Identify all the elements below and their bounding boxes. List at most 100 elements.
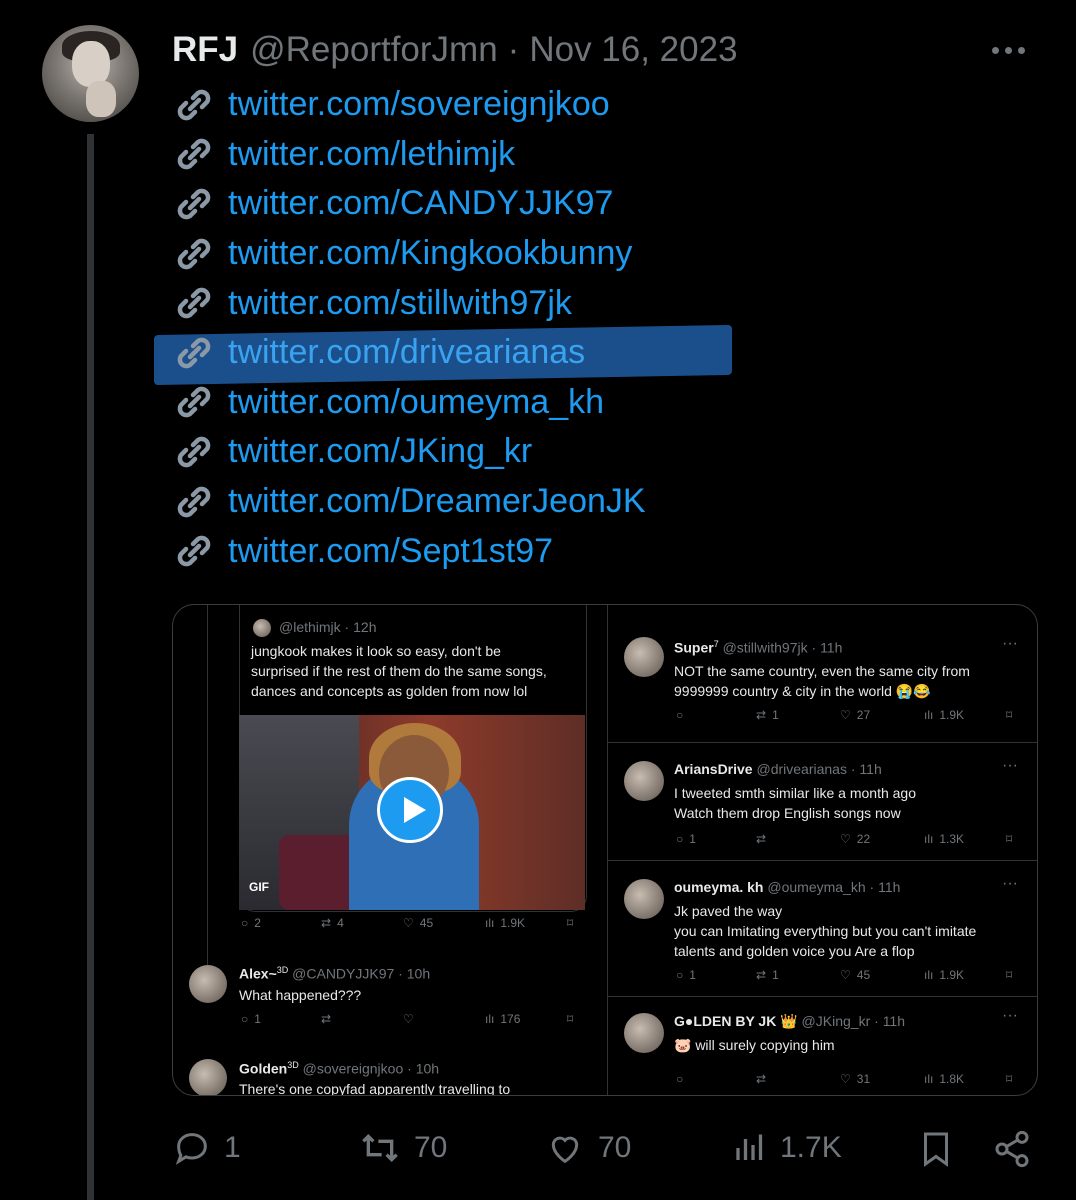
reply-card[interactable]: Super7 @stillwith97jk · 11h ··· NOT the sa… [608, 605, 1037, 743]
reply-icon[interactable]: ○ 2 [241, 916, 261, 930]
reply-avatar[interactable] [624, 637, 664, 677]
quote-meta: @lethimjk · 12h [279, 619, 377, 635]
link-item[interactable]: twitter.com/Sept1st97 [172, 526, 646, 576]
author-avatar[interactable] [42, 25, 139, 122]
retweet-icon[interactable]: ⇄ 1 [756, 968, 779, 982]
heart-icon [551, 1136, 579, 1164]
link-item[interactable]: twitter.com/sovereignjkoo [172, 80, 646, 130]
like-icon[interactable]: ♡ 45 [403, 916, 433, 930]
reply2-meta: Golden3D @sovereignjkoo · 10h [239, 1060, 440, 1077]
link-text[interactable]: twitter.com/stillwith97jk [228, 284, 572, 323]
link-item[interactable]: twitter.com/Kingkookbunny [172, 229, 646, 279]
reply-text: Jk paved the way you can Imitating every… [674, 903, 977, 959]
bookmark-icon[interactable]: ⌑ [1006, 968, 1012, 982]
more-options-icon[interactable]: ··· [1002, 757, 1018, 775]
views-icon[interactable]: ılı 1.8K [924, 1072, 964, 1086]
views-icon[interactable]: ılı 1.9K [924, 708, 964, 722]
reply-icon[interactable]: ○ 1 [676, 968, 696, 982]
like-icon[interactable]: ♡ 31 [840, 1072, 870, 1086]
views-button[interactable]: 1.7K [732, 1128, 842, 1168]
link-text[interactable]: twitter.com/drivearianas [228, 333, 585, 372]
bookmark-icon[interactable]: ⌑ [1006, 1072, 1012, 1086]
link-text[interactable]: twitter.com/DreamerJeonJK [228, 482, 646, 521]
reply-icon [175, 1133, 207, 1165]
reply-icon[interactable]: ○ 1 [676, 832, 696, 846]
link-text[interactable]: twitter.com/JKing_kr [228, 432, 532, 471]
reply-card[interactable]: oumeyma. kh @oumeyma_kh · 11h ··· Jk paved… [608, 861, 1037, 997]
link-item[interactable]: twitter.com/oumeyma_kh [172, 378, 646, 428]
bookmark-icon[interactable]: ⌑ [1006, 832, 1012, 846]
views-icon[interactable]: ılı 1.9K [924, 968, 964, 982]
reply-avatar[interactable] [624, 1013, 664, 1053]
quote-avatar [253, 619, 271, 637]
views-icon [736, 1134, 763, 1160]
share-button[interactable] [992, 1128, 1032, 1170]
link-text[interactable]: twitter.com/CANDYJJK97 [228, 184, 613, 223]
retweet-icon[interactable]: ⇄ 4 [321, 916, 344, 930]
retweet-icon[interactable]: ⇄ [321, 1012, 331, 1026]
retweet-icon[interactable]: ⇄ 1 [756, 708, 779, 722]
like-icon[interactable]: ♡ [403, 1012, 414, 1026]
reply-card[interactable]: AriansDrive @drivearianas · 11h ··· I twee… [608, 743, 1037, 861]
author-name[interactable]: RFJ [172, 30, 238, 70]
link-text[interactable]: twitter.com/Kingkookbunny [228, 234, 632, 273]
more-options-icon[interactable]: ··· [1002, 635, 1018, 653]
reply-meta: AriansDrive @drivearianas · 11h [674, 761, 882, 777]
reply-avatar[interactable] [189, 965, 227, 1003]
tweet-date[interactable]: Nov 16, 2023 [529, 30, 737, 70]
more-options-icon[interactable]: ··· [1002, 875, 1018, 893]
author-handle[interactable]: @ReportforJmn [250, 30, 498, 70]
bookmark-icon[interactable]: ⌑ [567, 1012, 573, 1026]
link-icon [177, 337, 211, 369]
more-options-icon[interactable]: ··· [1002, 1007, 1018, 1025]
link-text[interactable]: twitter.com/sovereignjkoo [228, 85, 610, 124]
retweet-icon [362, 1133, 398, 1163]
gif-badge: GIF [249, 880, 269, 894]
reply-icon[interactable]: ○ 1 [241, 1012, 261, 1026]
more-options-icon[interactable] [992, 40, 1036, 60]
reply-avatar[interactable] [189, 1059, 227, 1095]
reply-icon[interactable]: ○ [676, 1072, 689, 1086]
bookmark-icon[interactable]: ⌑ [567, 916, 573, 930]
link-item[interactable]: twitter.com/CANDYJJK97 [172, 179, 646, 229]
link-icon [177, 387, 211, 418]
retweet-icon[interactable]: ⇄ [756, 832, 772, 846]
link-icon [177, 89, 211, 121]
bookmark-button[interactable] [918, 1128, 954, 1170]
bookmark-icon[interactable]: ⌑ [1006, 708, 1012, 722]
views-icon[interactable]: ılı 1.3K [924, 832, 964, 846]
embedded-image[interactable]: @lethimjk · 12h jungkook makes it look s… [172, 604, 1038, 1096]
quote-text: jungkook makes it look so easy, don't be… [251, 643, 547, 699]
reply2-text: There's one copyfad apparently travellin… [239, 1081, 511, 1096]
like-icon[interactable]: ♡ 45 [840, 968, 870, 982]
reply-avatar[interactable] [624, 761, 664, 801]
reply-text: 🐷 will surely copying him [674, 1037, 835, 1053]
link-item[interactable]: twitter.com/stillwith97jk [172, 278, 646, 328]
like-icon[interactable]: ♡ 27 [840, 708, 870, 722]
link-item[interactable]: twitter.com/drivearianas [172, 328, 646, 378]
retweet-button[interactable]: 70 [358, 1128, 447, 1168]
header-separator: · [507, 30, 520, 69]
reply-icon[interactable]: ○ [676, 708, 689, 722]
link-item[interactable]: twitter.com/DreamerJeonJK [172, 477, 646, 527]
play-icon[interactable] [377, 777, 443, 843]
reply-text: NOT the same country, even the same city… [674, 663, 970, 699]
link-text[interactable]: twitter.com/oumeyma_kh [228, 383, 604, 422]
like-icon[interactable]: ♡ 22 [840, 832, 870, 846]
link-text[interactable]: twitter.com/Sept1st97 [228, 532, 553, 571]
gif-thumbnail[interactable]: GIF [239, 715, 585, 910]
reply-text: I tweeted smth similar like a month ago W… [674, 785, 916, 821]
views-icon[interactable]: ılı 1.9K [485, 916, 525, 930]
reply-card[interactable]: G●LDEN BY JK 👑 @JKing_kr · 11h ··· 🐷 will … [608, 997, 1037, 1095]
reply-avatar[interactable] [624, 879, 664, 919]
retweet-icon[interactable]: ⇄ [756, 1072, 772, 1086]
link-item[interactable]: twitter.com/JKing_kr [172, 427, 646, 477]
reply-button[interactable]: 1 [172, 1128, 241, 1168]
link-item[interactable]: twitter.com/lethimjk [172, 130, 646, 180]
views-icon[interactable]: ılı 176 [485, 1012, 520, 1026]
link-icon [177, 287, 211, 319]
link-icon [177, 139, 211, 170]
reply-meta: oumeyma. kh @oumeyma_kh · 11h [674, 879, 901, 895]
like-button[interactable]: 70 [544, 1128, 631, 1168]
link-text[interactable]: twitter.com/lethimjk [228, 135, 515, 174]
